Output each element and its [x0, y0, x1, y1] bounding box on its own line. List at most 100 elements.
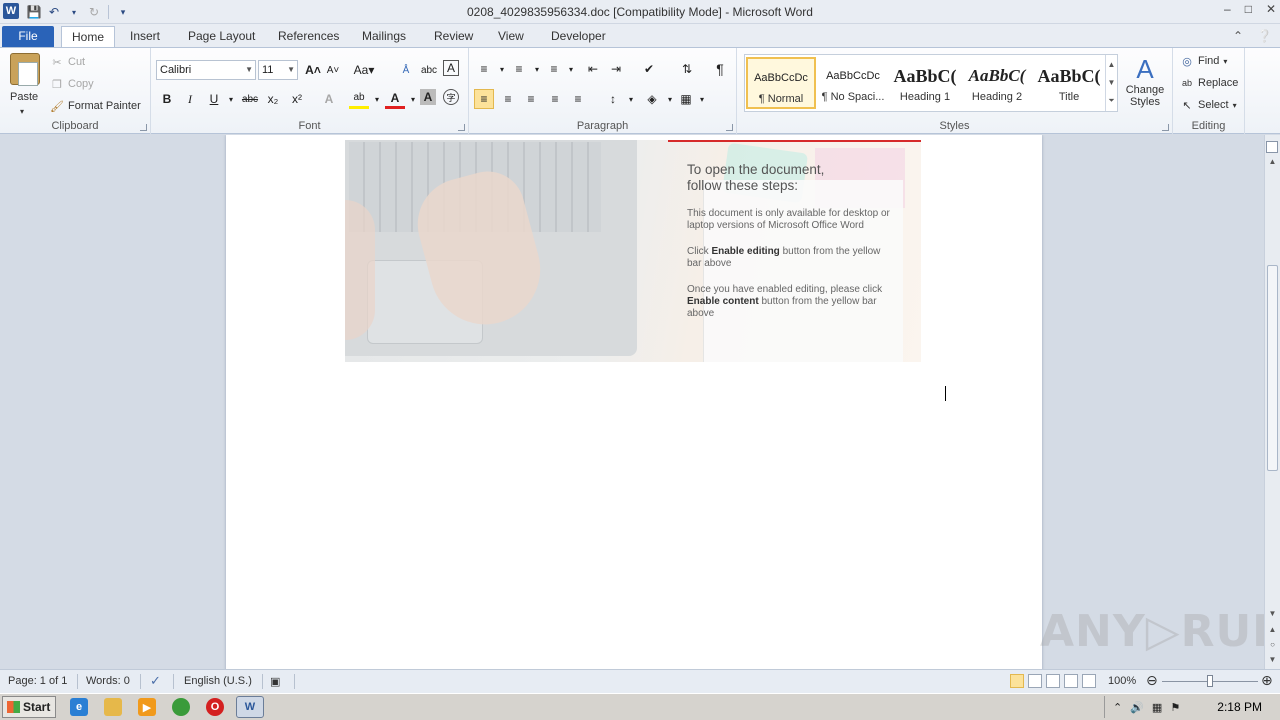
- zoom-out-icon[interactable]: ⊖: [1146, 672, 1158, 689]
- tab-developer[interactable]: Developer: [541, 26, 616, 47]
- style-heading-1[interactable]: AaBbC( Heading 1: [890, 57, 960, 109]
- select-button[interactable]: ↖ Select ▾: [1180, 96, 1236, 114]
- chrome-icon[interactable]: [172, 698, 190, 716]
- styles-gallery-scroll[interactable]: ▲ ▼ ⏷: [1105, 55, 1117, 111]
- tab-insert[interactable]: Insert: [120, 26, 170, 47]
- clear-formatting-icon[interactable]: Å: [396, 60, 416, 80]
- italic-icon[interactable]: I: [180, 89, 200, 109]
- scroll-up-arrow-icon[interactable]: ▲: [1265, 155, 1280, 169]
- styles-launcher-icon[interactable]: [1162, 124, 1169, 131]
- start-button[interactable]: Start: [2, 696, 56, 718]
- borders-dropdown-icon[interactable]: ▾: [692, 89, 712, 109]
- word-taskbar-button[interactable]: W: [236, 696, 264, 718]
- paragraph-launcher-icon[interactable]: [726, 124, 733, 131]
- font-size-combo[interactable]: 11 ▼: [258, 60, 298, 80]
- superscript-icon[interactable]: x²: [287, 89, 307, 109]
- page-count[interactable]: Page: 1 of 1: [8, 675, 67, 687]
- justify-icon[interactable]: ≡: [545, 89, 565, 109]
- speaker-icon[interactable]: 🔊: [1130, 701, 1144, 714]
- replace-button[interactable]: ab Replace: [1180, 74, 1238, 92]
- outline-view-icon[interactable]: [1064, 674, 1078, 688]
- file-explorer-icon[interactable]: [104, 698, 122, 716]
- font-color-icon[interactable]: A: [385, 89, 405, 109]
- underline-dropdown-icon[interactable]: ▾: [221, 89, 241, 109]
- document-area[interactable]: To open the document, follow these steps…: [0, 135, 1264, 669]
- scrollbar-thumb[interactable]: [1267, 265, 1278, 471]
- macro-recording-icon[interactable]: ▣: [270, 675, 280, 688]
- more-styles-icon[interactable]: ⏷: [1108, 96, 1114, 106]
- internet-explorer-icon[interactable]: e: [70, 698, 88, 716]
- shrink-font-icon[interactable]: A˅: [323, 60, 343, 80]
- asian-layout-icon[interactable]: ✔: [639, 59, 659, 79]
- browse-object-icon[interactable]: ○: [1265, 638, 1280, 652]
- font-launcher-icon[interactable]: [458, 124, 465, 131]
- character-shading-icon[interactable]: A: [420, 89, 436, 105]
- increase-indent-icon[interactable]: ⇥: [606, 59, 626, 79]
- distributed-icon[interactable]: ≡: [568, 89, 588, 109]
- highlight-dropdown-icon[interactable]: ▾: [367, 89, 387, 109]
- enclose-characters-icon[interactable]: 字: [443, 89, 459, 105]
- clipboard-launcher-icon[interactable]: [140, 124, 147, 131]
- font-name-combo[interactable]: Calibri ▼: [156, 60, 256, 80]
- close-button[interactable]: ✕: [1266, 2, 1276, 16]
- chevron-down-icon[interactable]: ▼: [1108, 78, 1116, 87]
- maximize-button[interactable]: □: [1245, 2, 1252, 16]
- align-right-icon[interactable]: ≡: [521, 89, 541, 109]
- shading-icon[interactable]: ◈: [642, 89, 662, 109]
- style-title[interactable]: AaBbC( Title: [1034, 57, 1104, 109]
- full-screen-reading-view-icon[interactable]: [1028, 674, 1042, 688]
- character-border-icon[interactable]: A: [443, 60, 459, 76]
- zoom-in-icon[interactable]: ⊕: [1261, 672, 1273, 689]
- paste-icon[interactable]: [10, 53, 40, 86]
- grow-font-icon[interactable]: A˄: [303, 60, 323, 80]
- proofing-icon[interactable]: ✓: [150, 673, 161, 689]
- align-center-icon[interactable]: ≡: [498, 89, 518, 109]
- view-ruler-icon[interactable]: [1266, 141, 1278, 153]
- tab-page-layout[interactable]: Page Layout: [178, 26, 265, 47]
- media-player-icon[interactable]: ▶: [138, 698, 156, 716]
- paste-button[interactable]: Paste: [10, 88, 38, 106]
- action-center-flag-icon[interactable]: ⚑: [1170, 701, 1180, 714]
- print-layout-view-icon[interactable]: [1010, 674, 1024, 688]
- draft-view-icon[interactable]: [1082, 674, 1096, 688]
- document-page[interactable]: To open the document, follow these steps…: [226, 135, 1042, 669]
- minimize-ribbon-icon[interactable]: ⌃: [1233, 29, 1243, 43]
- subscript-icon[interactable]: x₂: [263, 89, 283, 109]
- zoom-level[interactable]: 100%: [1108, 675, 1136, 687]
- clock[interactable]: 2:18 PM: [1217, 700, 1262, 714]
- web-layout-view-icon[interactable]: [1046, 674, 1060, 688]
- multilevel-dropdown-icon[interactable]: ▾: [561, 59, 581, 79]
- next-page-icon[interactable]: ▼: [1265, 653, 1280, 667]
- language-indicator[interactable]: English (U.S.): [184, 675, 252, 687]
- copy-button[interactable]: ❐ Copy: [50, 75, 94, 93]
- minimize-button[interactable]: –: [1224, 2, 1231, 16]
- paste-dropdown-icon[interactable]: ▾: [20, 102, 24, 120]
- tab-mailings[interactable]: Mailings: [352, 26, 416, 47]
- vertical-scrollbar[interactable]: ▲ ▼ ▲ ○ ▼: [1264, 135, 1280, 669]
- tab-file[interactable]: File: [2, 26, 54, 47]
- text-effects-icon[interactable]: A: [319, 89, 339, 109]
- tray-expand-icon[interactable]: ⌃: [1113, 701, 1122, 714]
- tab-view[interactable]: View: [488, 26, 534, 47]
- bullets-icon[interactable]: ≡: [474, 59, 494, 79]
- help-icon[interactable]: ❔: [1257, 29, 1272, 43]
- strikethrough-icon[interactable]: abc: [240, 89, 260, 109]
- style-normal[interactable]: AaBbCcDc ¶ Normal: [746, 57, 816, 109]
- line-spacing-icon[interactable]: ↕: [603, 89, 623, 109]
- previous-page-icon[interactable]: ▲: [1265, 623, 1280, 637]
- cut-button[interactable]: ✂ Cut: [50, 53, 85, 71]
- change-case-icon[interactable]: Aa▾: [354, 60, 375, 80]
- decrease-indent-icon[interactable]: ⇤: [583, 59, 603, 79]
- phonetic-guide-icon[interactable]: abc: [419, 60, 439, 80]
- bold-icon[interactable]: B: [157, 89, 177, 109]
- line-spacing-dropdown-icon[interactable]: ▾: [621, 89, 641, 109]
- align-left-icon[interactable]: ≡: [474, 89, 494, 109]
- tab-home[interactable]: Home: [61, 26, 116, 47]
- change-styles-button[interactable]: A Change Styles: [1122, 54, 1168, 114]
- tab-references[interactable]: References: [268, 26, 349, 47]
- format-painter-button[interactable]: 🖌 Format Painter: [50, 97, 141, 115]
- sort-icon[interactable]: ⇅: [677, 59, 697, 79]
- style-heading-2[interactable]: AaBbC( Heading 2: [962, 57, 1032, 109]
- network-icon[interactable]: ▦: [1152, 701, 1162, 714]
- zoom-slider-knob[interactable]: [1207, 675, 1213, 687]
